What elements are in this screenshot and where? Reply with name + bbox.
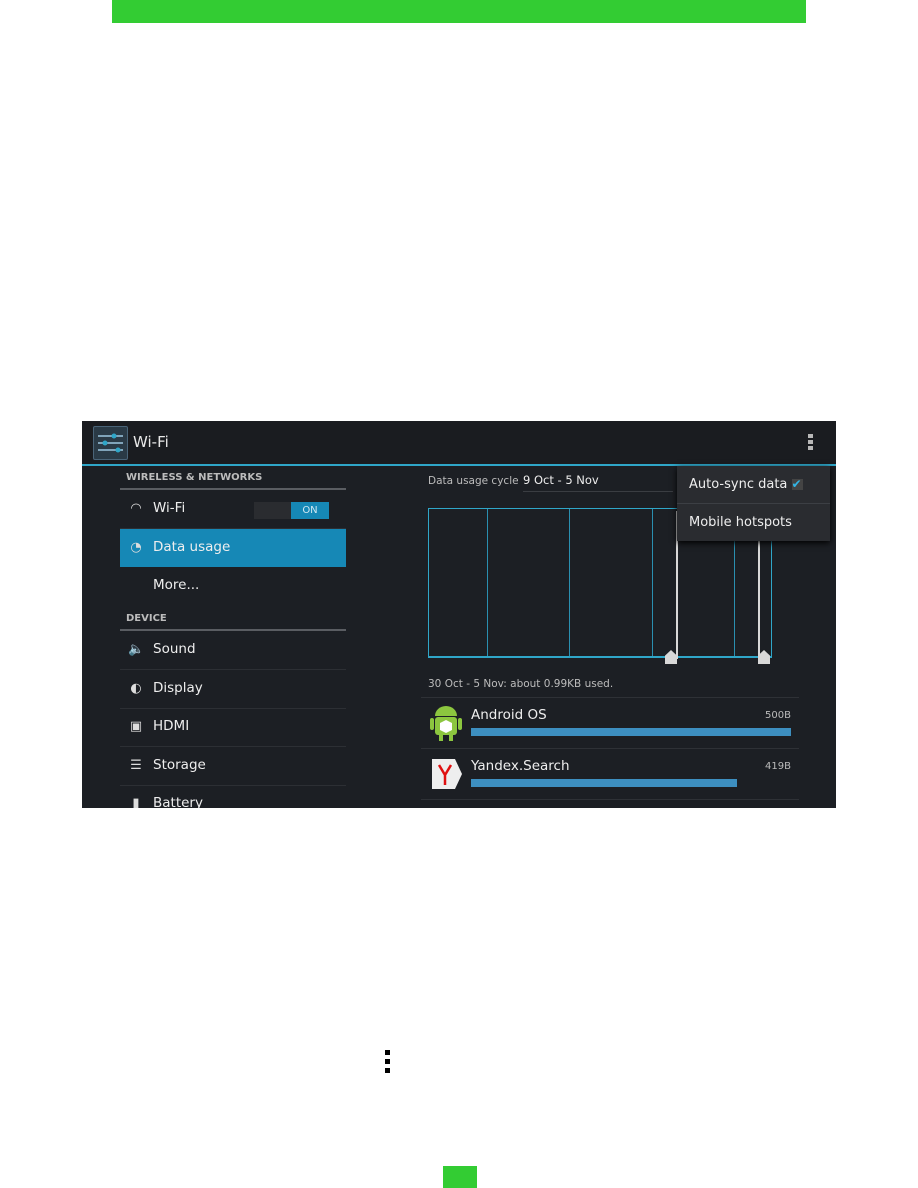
section-header-device: DEVICE bbox=[126, 613, 167, 624]
wifi-icon: ◠ bbox=[130, 501, 142, 516]
wifi-toggle[interactable]: ON bbox=[254, 502, 329, 519]
menu-item-mobile-hotspots[interactable]: Mobile hotspots bbox=[689, 515, 792, 530]
overflow-menu-icon bbox=[385, 1050, 390, 1077]
sidebar-item-data-usage[interactable]: ◔ Data usage bbox=[120, 529, 346, 567]
app-usage-row[interactable]: Android OS 500B bbox=[421, 697, 799, 748]
menu-item-label: Auto-sync data bbox=[689, 477, 788, 492]
overflow-menu: Auto-sync data ✔ Mobile hotspots bbox=[677, 466, 830, 541]
toggle-label: ON bbox=[291, 502, 329, 519]
android-settings-screenshot: Wi-Fi WIRELESS & NETWORKS ◠ Wi-Fi ON ◔ D… bbox=[82, 421, 836, 808]
storage-icon: ☰ bbox=[130, 758, 142, 773]
hdmi-icon: ▣ bbox=[129, 719, 143, 734]
cycle-dropdown[interactable]: 9 Oct - 5 Nov bbox=[523, 473, 673, 492]
page-number-box bbox=[443, 1166, 477, 1188]
usage-bar bbox=[471, 779, 737, 787]
sidebar-item-label: Battery bbox=[153, 795, 203, 808]
app-name: Android OS bbox=[471, 707, 547, 723]
app-size: 419B bbox=[765, 761, 791, 772]
app-size: 500B bbox=[765, 710, 791, 721]
sidebar-item-hdmi[interactable]: ▣ HDMI bbox=[120, 708, 346, 747]
gridline bbox=[569, 509, 570, 656]
speaker-icon: 🔈 bbox=[128, 642, 145, 657]
gridline bbox=[652, 509, 653, 656]
gridline bbox=[487, 509, 488, 656]
sidebar-item-wifi[interactable]: ◠ Wi-Fi ON bbox=[120, 490, 346, 529]
android-icon bbox=[430, 706, 462, 741]
section-header-wireless: WIRELESS & NETWORKS bbox=[126, 472, 263, 483]
app-name: Yandex.Search bbox=[471, 758, 570, 774]
brightness-icon: ◐ bbox=[130, 681, 142, 696]
page-header-bar bbox=[112, 0, 806, 23]
sidebar-item-label: Storage bbox=[153, 757, 206, 773]
sidebar-item-label: Sound bbox=[153, 641, 196, 657]
action-bar: Wi-Fi bbox=[82, 421, 836, 466]
sidebar-item-label: HDMI bbox=[153, 718, 190, 734]
sidebar-item-battery[interactable]: ▮ Battery bbox=[120, 785, 346, 808]
usage-summary: 30 Oct - 5 Nov: about 0.99KB used. bbox=[428, 678, 614, 690]
sidebar-item-display[interactable]: ◐ Display bbox=[120, 670, 346, 709]
menu-item-auto-sync[interactable]: Auto-sync data ✔ bbox=[689, 477, 803, 492]
checkbox-checked-icon[interactable]: ✔ bbox=[791, 478, 803, 490]
sidebar-item-label: More... bbox=[153, 577, 200, 593]
data-usage-icon: ◔ bbox=[130, 540, 142, 555]
cycle-label: Data usage cycle bbox=[428, 475, 519, 487]
overflow-menu-icon[interactable] bbox=[808, 434, 814, 452]
sidebar-item-sound[interactable]: 🔈 Sound bbox=[120, 631, 346, 670]
action-bar-title: Wi-Fi bbox=[133, 433, 169, 451]
sidebar-item-label: Data usage bbox=[153, 539, 231, 555]
sidebar-item-storage[interactable]: ☰ Storage bbox=[120, 747, 346, 786]
usage-bar bbox=[471, 728, 791, 736]
yandex-icon bbox=[432, 759, 462, 789]
sidebar-item-more[interactable]: More... bbox=[120, 567, 346, 605]
app-usage-row[interactable]: Yandex.Search 419B bbox=[421, 748, 799, 799]
divider bbox=[677, 503, 830, 504]
battery-icon: ▮ bbox=[132, 796, 140, 808]
app-usage-row[interactable] bbox=[421, 799, 799, 808]
settings-sliders-icon[interactable] bbox=[93, 426, 128, 460]
sidebar-item-label: Wi-Fi bbox=[153, 500, 186, 516]
sidebar-item-label: Display bbox=[153, 680, 203, 696]
